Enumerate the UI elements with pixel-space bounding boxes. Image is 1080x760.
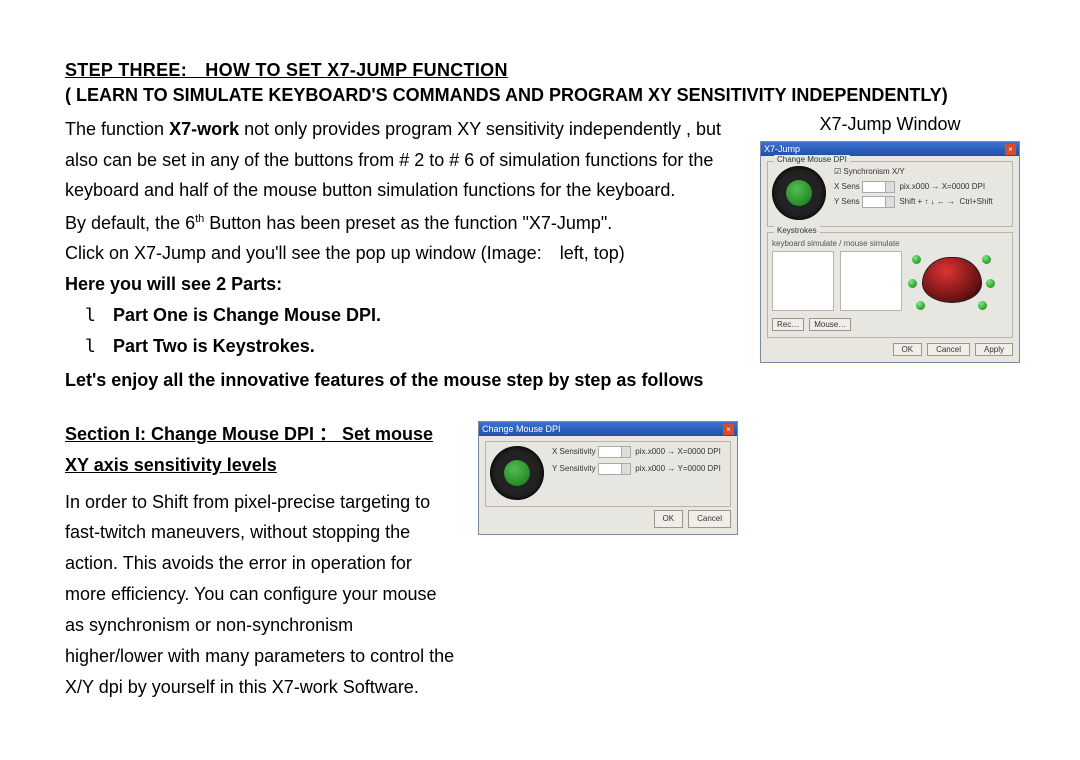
default-sup: th [195, 213, 204, 225]
part-two-label: Part Two is Keystrokes. [113, 336, 315, 356]
intro-pre: The function [65, 119, 169, 139]
dpi-dial-icon [490, 446, 544, 500]
parts-header: Here you will see 2 Parts: [65, 269, 738, 300]
intro-bold: X7-work [169, 119, 239, 139]
screenshot-change-dpi: Change Mouse DPI × X Sensitivity pix.x00… [478, 421, 738, 535]
bullet-glyph-2: l [85, 332, 113, 363]
bullet-part-one: lPart One is Change Mouse DPI. [65, 300, 738, 332]
shot1-group2-legend: Keystrokes [774, 226, 820, 235]
shot2-title: Change Mouse DPI [482, 422, 561, 437]
click-line: Click on X7-Jump and you'll see the pop … [65, 238, 738, 269]
keystrokes-hint: keyboard simulate / mouse simulate [772, 239, 1008, 248]
section-i-body: In order to Shift from pixel-precise tar… [65, 487, 456, 704]
default-b: Button has been preset as the function "… [204, 213, 612, 233]
part-one-label: Part One is Change Mouse DPI. [113, 305, 381, 325]
default-line: By default, the 6th Button has been pres… [65, 208, 738, 239]
screenshot-x7-jump: X7-Jump × Change Mouse DPI ☑ Synchronism… [760, 141, 1020, 363]
shot1-cancel-button[interactable]: Cancel [927, 343, 970, 356]
enjoy-line: Let's enjoy all the innovative features … [65, 365, 738, 396]
default-a: By default, the 6 [65, 213, 195, 233]
keystrokes-mini-button[interactable]: Mouse… [809, 318, 851, 331]
section-i-heading: Section I: Change Mouse DPI ： Set mouse … [65, 419, 456, 480]
screenshot1-caption: X7-Jump Window [760, 114, 1020, 135]
bullet-part-two: lPart Two is Keystrokes. [65, 331, 738, 363]
close-icon[interactable]: × [1005, 144, 1016, 155]
bullet-glyph-1: l [85, 301, 113, 332]
shot2-cancel-button[interactable]: Cancel [688, 510, 731, 528]
shot1-apply-button[interactable]: Apply [975, 343, 1013, 356]
mouse-icon [922, 257, 982, 303]
shot1-ok-button[interactable]: OK [893, 343, 923, 356]
shot1-group1-legend: Change Mouse DPI [774, 155, 850, 164]
shot2-ok-button[interactable]: OK [654, 510, 684, 528]
step-subtitle: ( LEARN TO SIMULATE KEYBOARD'S COMMANDS … [65, 85, 1020, 106]
dpi-fields: X Sensitivity pix.x000 → X=0000 DPI Y Se… [552, 446, 726, 476]
shot1-title: X7-Jump [764, 144, 800, 154]
dpi-fields: ☑ Synchronism X/Y X Sens pix.x000 → X=00… [834, 166, 1008, 209]
keystrokes-mini-button[interactable]: Rec… [772, 318, 804, 331]
dpi-dial-icon [772, 166, 826, 220]
step-heading: STEP THREE: HOW TO SET X7-JUMP FUNCTION [65, 60, 1020, 81]
mouse-diagram [908, 251, 996, 313]
keystrokes-box-2[interactable] [840, 251, 902, 311]
intro-paragraph: The function X7-work not only provides p… [65, 114, 738, 206]
keystrokes-box-1[interactable] [772, 251, 834, 311]
close-icon[interactable]: × [723, 424, 734, 435]
